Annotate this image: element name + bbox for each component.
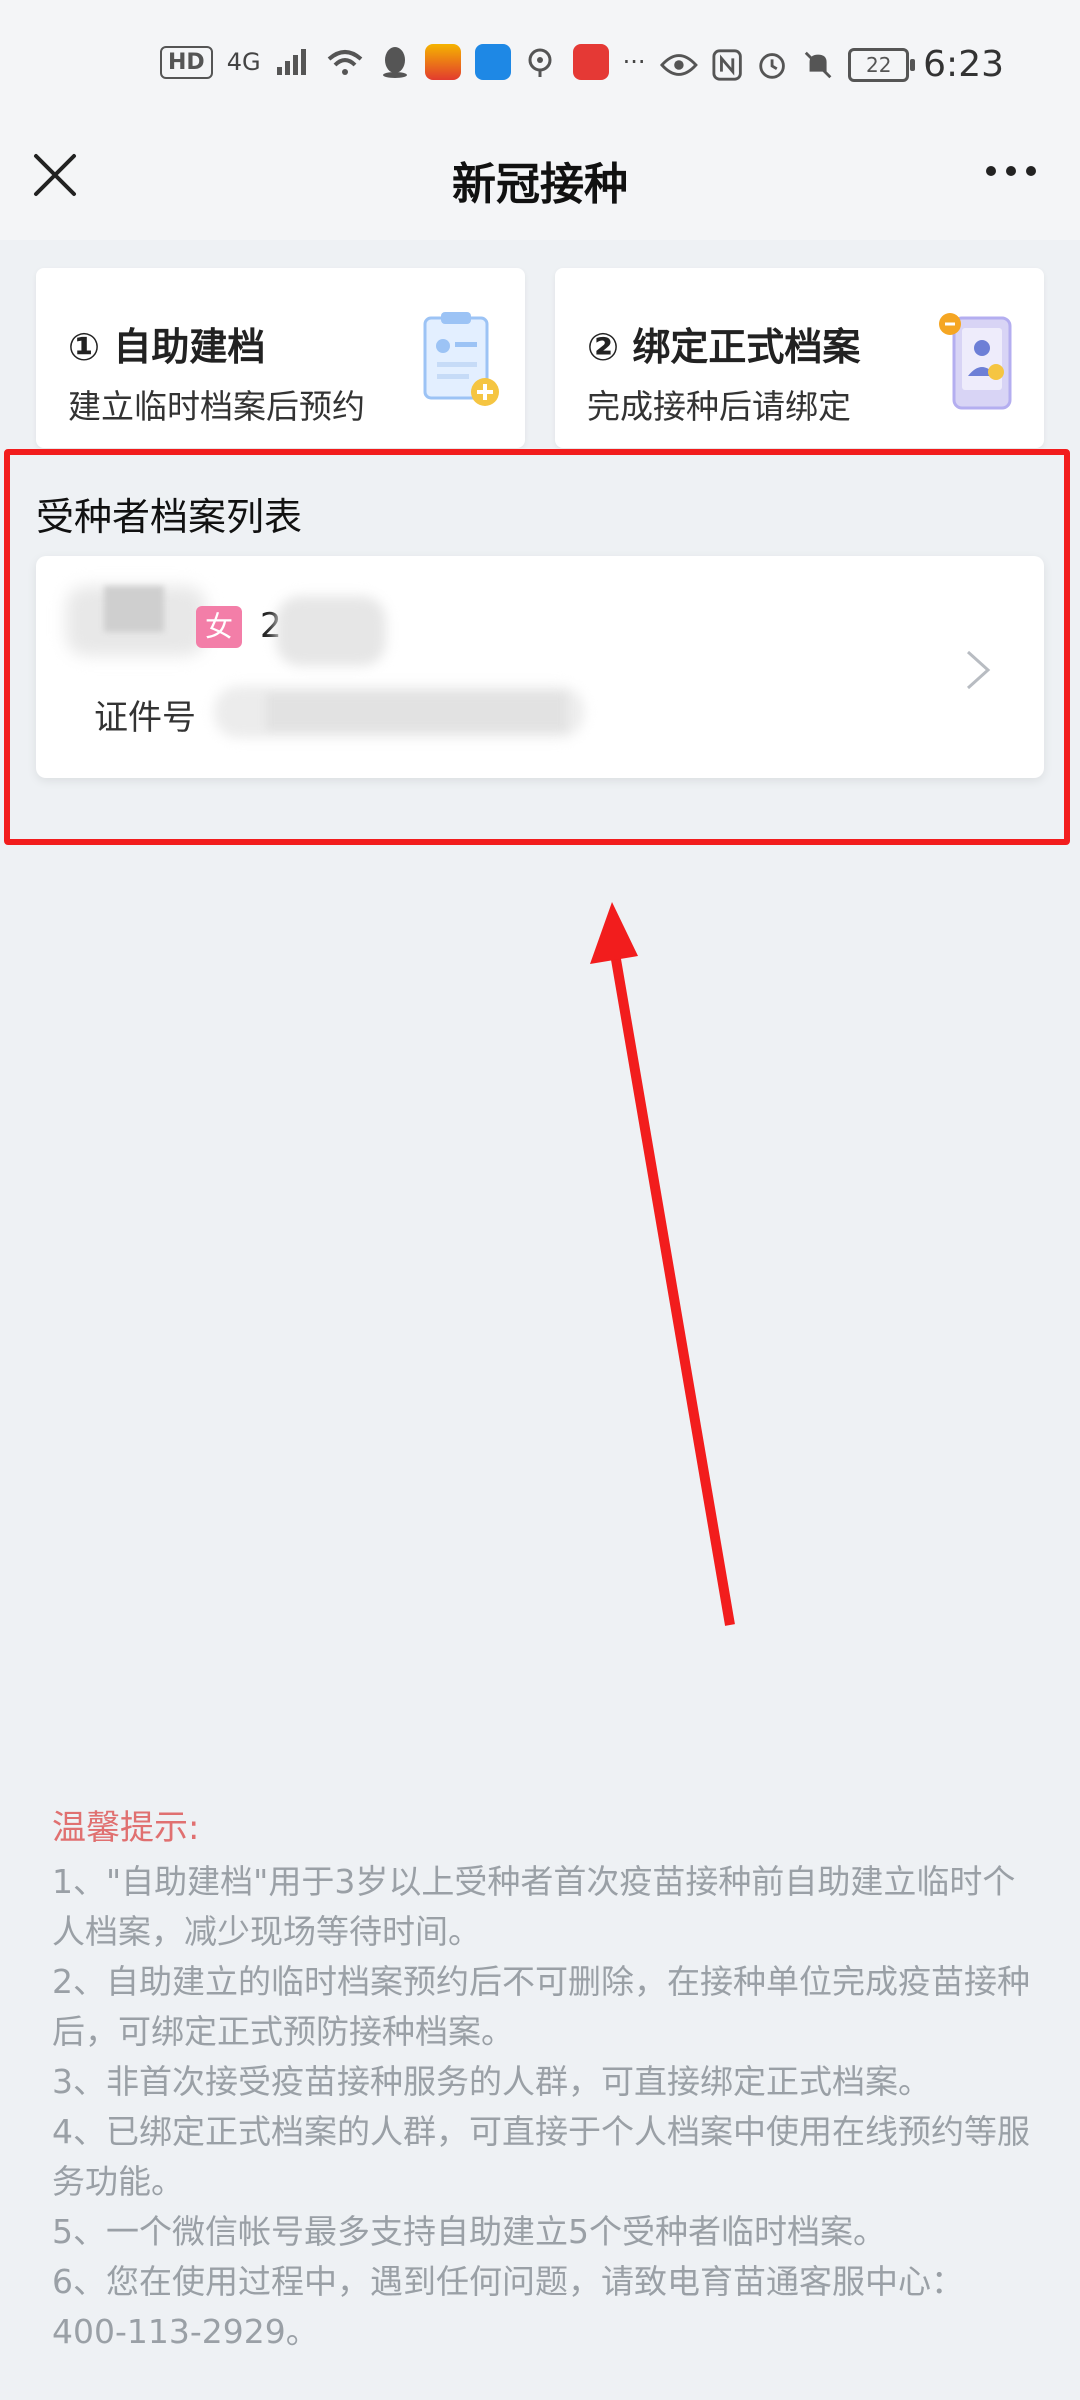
app-notification-icon bbox=[424, 44, 461, 80]
annotation-arrow bbox=[590, 902, 735, 1626]
location-icon bbox=[528, 48, 552, 77]
action-cards: ① 自助建档 建立临时档案后预约 ② 绑定正式档案 完成接种后请绑定 bbox=[36, 268, 1044, 448]
tips-title: 温馨提示: bbox=[52, 1808, 200, 1848]
page-title: 新冠接种 bbox=[452, 159, 628, 210]
status-bar-left: HD 4G ··· bbox=[160, 44, 645, 80]
status-time: 6:23 bbox=[923, 44, 1004, 85]
tip-line: 2、自助建立的临时档案预约后不可删除，在接种单位完成疫苗接种后，可绑定正式预防接… bbox=[52, 1962, 1030, 2051]
app-notification-icon bbox=[474, 44, 511, 80]
chevron-right-icon bbox=[966, 650, 991, 690]
signal-icon bbox=[276, 49, 306, 75]
battery-icon: 22 bbox=[848, 47, 915, 82]
bind-record-card[interactable]: ② 绑定正式档案 完成接种后请绑定 bbox=[555, 268, 1044, 448]
more-options-icon[interactable] bbox=[986, 166, 1036, 176]
card-subtitle: 完成接种后请绑定 bbox=[587, 387, 851, 426]
mute-icon bbox=[804, 51, 832, 78]
huawei-app-icon bbox=[572, 44, 609, 80]
tip-line: 4、已绑定正式档案的人群，可直接于个人档案中使用在线预约等服务功能。 bbox=[52, 2112, 1030, 2201]
more-notifications-icon: ··· bbox=[622, 48, 646, 76]
eye-icon bbox=[659, 53, 698, 76]
tip-line: 3、非首次接受疫苗接种服务的人群，可直接绑定正式档案。 bbox=[52, 2062, 931, 2101]
blurred-name bbox=[104, 586, 164, 632]
card-title: ① 自助建档 bbox=[68, 325, 266, 369]
tips-section: 温馨提示: 1、"自助建档"用于3岁以上受种者首次疫苗接种前自助建立临时个人档案… bbox=[52, 1800, 1032, 2357]
list-title: 受种者档案列表 bbox=[36, 495, 303, 539]
self-register-card[interactable]: ① 自助建档 建立临时档案后预约 bbox=[36, 268, 525, 448]
tip-line: 5、一个微信帐号最多支持自助建立5个受种者临时档案。 bbox=[52, 2212, 886, 2251]
wifi-icon bbox=[327, 50, 362, 75]
hd-badge: HD bbox=[160, 45, 213, 79]
phone-link-icon bbox=[939, 313, 1012, 410]
gender-badge: 女 bbox=[196, 606, 242, 648]
nfc-icon bbox=[712, 48, 742, 81]
signal-text: 4G bbox=[226, 48, 261, 76]
document-add-icon bbox=[423, 312, 499, 406]
blurred-id-number bbox=[266, 694, 566, 730]
title-bar: 新冠接种 bbox=[0, 110, 1080, 240]
alarm-icon bbox=[759, 52, 785, 79]
tip-line: 1、"自助建档"用于3岁以上受种者首次疫苗接种前自助建立临时个人档案，减少现场等… bbox=[52, 1862, 1016, 1951]
tip-line: 6、您在使用过程中，遇到任何问题，请致电育苗通客服中心：400-113-2929… bbox=[52, 2262, 964, 2351]
id-label: 证件号 bbox=[94, 698, 196, 738]
qq-icon bbox=[382, 47, 407, 78]
blurred-info bbox=[276, 596, 386, 666]
recipient-record-card[interactable]: 女 2 证件号 bbox=[36, 556, 1044, 778]
status-bar-right: 22 6:23 bbox=[659, 44, 1080, 85]
card-title: ② 绑定正式档案 bbox=[587, 325, 861, 369]
card-subtitle: 建立临时档案后预约 bbox=[68, 387, 365, 426]
